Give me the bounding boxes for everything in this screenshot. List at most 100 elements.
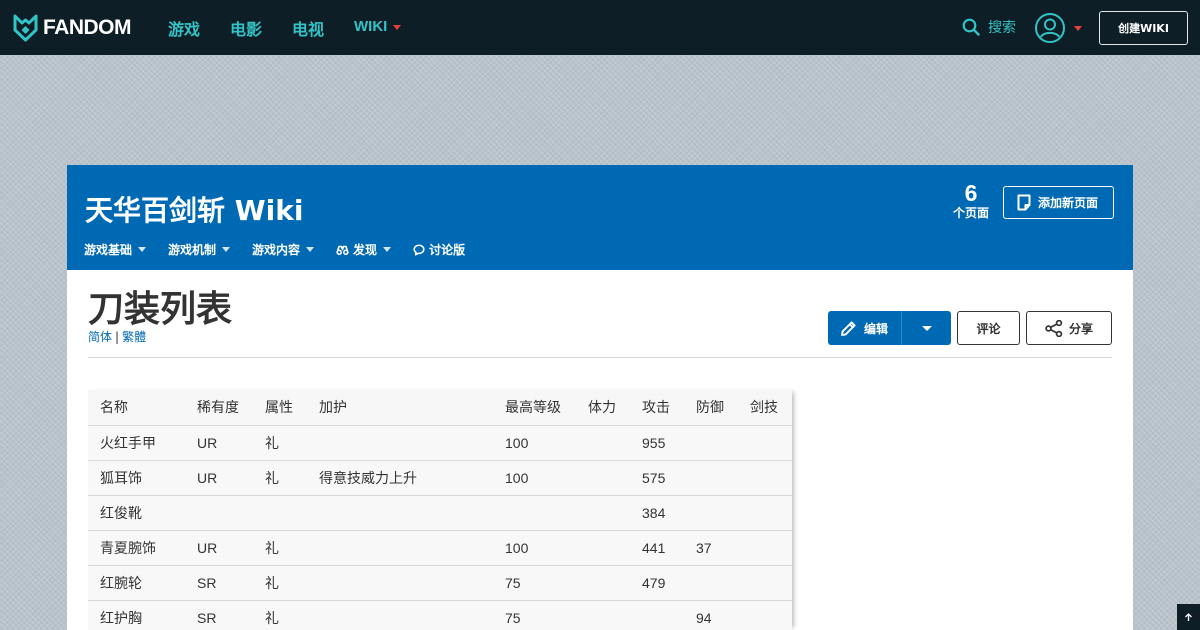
table-cell: 479 [630, 565, 684, 601]
table-cell: 礼 [253, 425, 307, 461]
table-cell: 红腕轮 [88, 565, 185, 601]
global-navigation: FANDOM 游戏 电影 电视 WIKI 搜索 创建WIKI [0, 0, 1200, 55]
comment-button[interactable]: 评论 [957, 311, 1020, 345]
table-cell [307, 425, 493, 461]
table-cell: 94 [684, 600, 738, 630]
table-cell: 75 [493, 565, 576, 601]
share-icon [1045, 319, 1063, 337]
nav-item-game-mechanics[interactable]: 游戏机制 [168, 241, 231, 258]
column-header: 稀有度 [185, 390, 253, 426]
add-page-icon [1017, 194, 1031, 211]
table-cell: 红俊靴 [88, 495, 185, 531]
chevron-down-icon [306, 247, 315, 252]
share-button[interactable]: 分享 [1026, 311, 1112, 345]
table-cell: 384 [630, 495, 684, 531]
chevron-down-icon [383, 247, 392, 252]
table-cell: 100 [493, 460, 576, 496]
lang-link-traditional[interactable]: 繁體 [122, 330, 146, 344]
table-cell [576, 495, 630, 531]
nav-item-discover[interactable]: 发现 [336, 241, 392, 258]
page-count-value: 6 [964, 180, 978, 206]
table-cell: 青夏腕饰 [88, 530, 185, 566]
edit-dropdown-toggle[interactable] [902, 311, 951, 345]
page-count-label: 个页面 [952, 206, 989, 220]
table-cell: 礼 [253, 565, 307, 601]
fandom-logo[interactable]: FANDOM [12, 14, 132, 42]
table-cell: 红护胸 [88, 600, 185, 630]
nav-item-label: 游戏内容 [252, 243, 301, 257]
nav-link-wiki-label: WIKI [354, 18, 388, 35]
column-header: 体力 [576, 390, 630, 426]
lang-separator: | [115, 330, 120, 344]
table-body: 火红手甲 UR 礼 100 955 狐耳饰 UR 礼得意技威力上升 100 575 红俊靴 384 青夏… [88, 425, 792, 630]
title-divider [88, 357, 1112, 358]
table-cell: 礼 [253, 530, 307, 566]
table-cell [307, 495, 493, 531]
table-cell [307, 530, 493, 566]
table-row: 青夏腕饰 UR 礼 100 441 37 [88, 530, 792, 566]
table-cell: 100 [493, 530, 576, 566]
table-cell [307, 600, 493, 630]
create-wiki-button[interactable]: 创建WIKI [1099, 11, 1188, 45]
chevron-down-icon [222, 247, 231, 252]
table-cell: 礼 [253, 460, 307, 496]
chevron-down-icon [138, 247, 147, 252]
search-button[interactable]: 搜索 [962, 17, 1016, 37]
column-header: 加护 [307, 390, 493, 426]
table-cell [576, 530, 630, 566]
nav-item-label: 发现 [353, 243, 378, 257]
wiki-title[interactable]: 天华百剑斩 Wiki [85, 189, 303, 229]
discover-icon [336, 245, 349, 255]
edit-button[interactable]: 编辑 [828, 311, 901, 345]
table-cell [684, 425, 738, 461]
language-variant-switcher: 简体 | 繁體 [88, 328, 146, 345]
equipment-table: 名称 稀有度 属性 加护 最高等级 体力 攻击 防御 剑技 火红手甲 UR 礼 100… [88, 390, 792, 630]
edit-button-label: 编辑 [864, 321, 889, 336]
search-label: 搜索 [988, 20, 1016, 36]
page-counter: 6 个页面 [953, 181, 989, 221]
table-cell: 441 [630, 530, 684, 566]
chevron-down-icon [921, 325, 932, 331]
pencil-icon [841, 320, 856, 336]
table-cell [738, 460, 792, 496]
table-cell [738, 565, 792, 601]
table-cell [307, 565, 493, 601]
table-row: 狐耳饰 UR 礼得意技威力上升 100 575 [88, 460, 792, 496]
lang-link-simplified[interactable]: 简体 [88, 330, 112, 344]
search-icon [962, 18, 980, 36]
table-cell [738, 425, 792, 461]
back-to-top-button[interactable] [1177, 604, 1200, 630]
add-new-page-button[interactable]: 添加新页面 [1003, 186, 1114, 219]
nav-item-game-basics[interactable]: 游戏基础 [84, 241, 147, 258]
table-cell: UR [185, 425, 253, 461]
table-cell: 37 [684, 530, 738, 566]
equipment-table-container[interactable]: 名称 稀有度 属性 加护 最高等级 体力 攻击 防御 剑技 火红手甲 UR 礼 100… [88, 390, 792, 630]
table-cell [576, 600, 630, 630]
table-cell: 100 [493, 425, 576, 461]
page-title: 刀装列表 [88, 289, 233, 330]
chevron-down-icon [393, 24, 402, 30]
nav-link-tv[interactable]: 电视 [292, 16, 324, 40]
table-cell: 得意技威力上升 [307, 460, 493, 496]
user-menu[interactable] [1034, 12, 1082, 44]
table-cell [684, 495, 738, 531]
table-row: 火红手甲 UR 礼 100 955 [88, 425, 792, 461]
table-cell: 火红手甲 [88, 425, 185, 461]
nav-item-game-content[interactable]: 游戏内容 [252, 241, 315, 258]
table-row: 红腕轮 SR 礼 75 479 [88, 565, 792, 601]
fandom-logo-text: FANDOM [43, 16, 132, 39]
table-cell: 75 [493, 600, 576, 630]
column-header: 防御 [684, 390, 738, 426]
article-main: 刀装列表 简体 | 繁體 编辑 评论 分享 名称 稀有度 属性 加护 最高等级 … [67, 270, 1133, 630]
nav-item-label: 讨论版 [429, 243, 466, 257]
arrow-up-icon [1185, 613, 1192, 621]
nav-link-movies[interactable]: 电影 [230, 16, 262, 40]
table-cell [738, 530, 792, 566]
nav-item-label: 游戏机制 [168, 243, 217, 257]
table-cell [576, 460, 630, 496]
discussions-icon [413, 243, 425, 256]
nav-link-wiki[interactable]: WIKI [354, 18, 402, 35]
table-cell [493, 495, 576, 531]
nav-link-games[interactable]: 游戏 [168, 16, 200, 40]
nav-item-discussions[interactable]: 讨论版 [413, 241, 465, 258]
